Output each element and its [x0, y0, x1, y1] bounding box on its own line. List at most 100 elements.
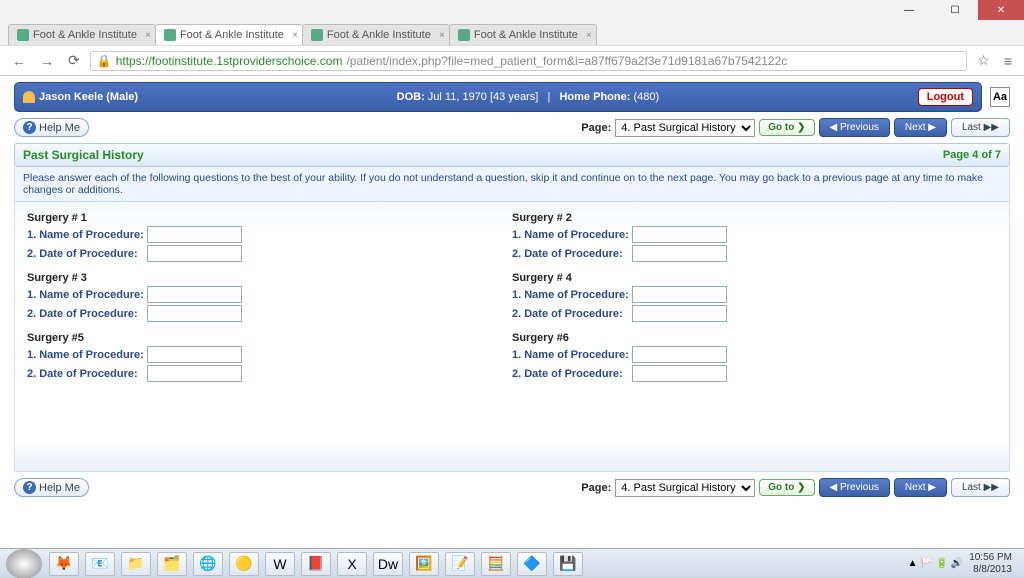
patient-name: Jason Keele (Male): [39, 91, 138, 103]
procedure-date-input[interactable]: [147, 365, 242, 382]
forward-button[interactable]: →: [36, 51, 58, 71]
taskbar-app-icon[interactable]: 🌐: [193, 552, 223, 576]
taskbar-app-icon[interactable]: W: [265, 552, 295, 576]
surgery-1: Surgery # 1 1. Name of Procedure: 2. Dat…: [27, 212, 512, 262]
taskbar-app-icon[interactable]: 🖼️: [409, 552, 439, 576]
page-select[interactable]: 4. Past Surgical History: [615, 479, 755, 497]
go-to-button[interactable]: Go to ❯: [759, 479, 814, 496]
help-button[interactable]: ?Help Me: [14, 478, 89, 497]
taskbar: 🦊 📧 📁 🗂️ 🌐 🟡 W 📕 X Dw 🖼️ 📝 🧮 🔷 💾 ▲ 🏳️ 🔋 …: [0, 548, 1024, 578]
taskbar-app-icon[interactable]: 🗂️: [157, 552, 187, 576]
taskbar-app-icon[interactable]: 🧮: [481, 552, 511, 576]
window-minimize-button[interactable]: —: [886, 0, 932, 20]
tab-close-icon[interactable]: ×: [292, 30, 298, 41]
logout-button[interactable]: Logout: [918, 88, 973, 106]
browser-tab[interactable]: Foot & Ankle Institute ×: [8, 24, 156, 45]
reload-button[interactable]: ⟳: [64, 50, 84, 71]
procedure-name-input[interactable]: [147, 226, 242, 243]
browser-chrome: — ☐ ✕ Foot & Ankle Institute × Foot & Ank…: [0, 0, 1024, 76]
taskbar-app-icon[interactable]: X: [337, 552, 367, 576]
favicon-icon: [311, 29, 323, 41]
taskbar-app-icon[interactable]: 📁: [121, 552, 151, 576]
tray-icon[interactable]: 🔊: [951, 558, 963, 569]
browser-tab[interactable]: Foot & Ankle Institute×: [449, 24, 597, 45]
back-button[interactable]: ←: [8, 51, 30, 71]
help-icon: ?: [23, 121, 36, 134]
procedure-date-label: 2. Date of Procedure:: [512, 368, 632, 380]
procedure-date-input[interactable]: [147, 245, 242, 262]
menu-icon[interactable]: ≡: [1000, 51, 1016, 71]
taskbar-app-icon[interactable]: 📝: [445, 552, 475, 576]
favicon-icon: [458, 29, 470, 41]
surgery-2: Surgery # 2 1. Name of Procedure: 2. Dat…: [512, 212, 997, 262]
start-button[interactable]: [6, 549, 42, 578]
taskbar-app-icon[interactable]: 💾: [553, 552, 583, 576]
window-maximize-button[interactable]: ☐: [932, 0, 978, 20]
window-close-button[interactable]: ✕: [978, 0, 1024, 20]
clock-time: 10:56 PM: [969, 552, 1012, 564]
lock-icon: 🔒: [97, 54, 112, 68]
url-path: /patient/index.php?file=med_patient_form…: [346, 54, 787, 68]
tray-icon[interactable]: 🔋: [936, 558, 948, 569]
section-title: Past Surgical History: [23, 148, 144, 162]
help-icon: ?: [23, 481, 36, 494]
tab-title: Foot & Ankle Institute: [33, 29, 137, 41]
taskbar-app-icon[interactable]: 🟡: [229, 552, 259, 576]
tab-close-icon[interactable]: ×: [439, 30, 445, 41]
procedure-name-input[interactable]: [632, 226, 727, 243]
taskbar-app-icon[interactable]: 🔷: [517, 552, 547, 576]
procedure-date-input[interactable]: [632, 305, 727, 322]
taskbar-app-icon[interactable]: Dw: [373, 552, 403, 576]
tab-close-icon[interactable]: ×: [145, 30, 151, 41]
tray-icon[interactable]: 🏳️: [920, 558, 932, 569]
procedure-date-input[interactable]: [632, 365, 727, 382]
clock[interactable]: 10:56 PM 8/8/2013: [963, 552, 1018, 576]
help-button[interactable]: ?Help Me: [14, 118, 89, 137]
page-select[interactable]: 4. Past Surgical History: [615, 119, 755, 137]
procedure-date-label: 2. Date of Procedure:: [27, 368, 147, 380]
taskbar-app-icon[interactable]: 🦊: [49, 552, 79, 576]
person-icon: [23, 91, 35, 103]
surgery-4: Surgery # 4 1. Name of Procedure: 2. Dat…: [512, 272, 997, 322]
last-button[interactable]: Last ▶▶: [951, 478, 1010, 497]
procedure-name-input[interactable]: [632, 346, 727, 363]
surgery-5: Surgery #5 1. Name of Procedure: 2. Date…: [27, 332, 512, 382]
tray-icon[interactable]: ▲: [908, 558, 918, 569]
surgery-heading: Surgery # 1: [27, 212, 512, 224]
phone-label: Home Phone:: [559, 91, 630, 103]
page-label: Page:: [581, 122, 611, 134]
procedure-name-input[interactable]: [147, 286, 242, 303]
font-size-button[interactable]: Aa: [990, 87, 1010, 107]
procedure-name-label: 1. Name of Procedure:: [512, 289, 632, 301]
address-bar[interactable]: 🔒 https://footinstitute.1stproviderschoi…: [90, 51, 968, 71]
procedure-date-label: 2. Date of Procedure:: [512, 308, 632, 320]
previous-button[interactable]: ◀ Previous: [819, 118, 890, 137]
browser-tab[interactable]: Foot & Ankle Institute×: [302, 24, 450, 45]
go-to-button[interactable]: Go to ❯: [759, 119, 814, 136]
phone-value: (480): [633, 91, 659, 103]
procedure-date-label: 2. Date of Procedure:: [27, 308, 147, 320]
previous-button[interactable]: ◀ Previous: [819, 478, 890, 497]
procedure-date-input[interactable]: [632, 245, 727, 262]
browser-tab[interactable]: Foot & Ankle Institute ×: [155, 24, 303, 45]
tab-title: Foot & Ankle Institute: [180, 29, 284, 41]
favicon-icon: [17, 29, 29, 41]
procedure-name-label: 1. Name of Procedure:: [512, 229, 632, 241]
procedure-name-label: 1. Name of Procedure:: [512, 349, 632, 361]
procedure-name-label: 1. Name of Procedure:: [27, 289, 147, 301]
surgery-3: Surgery # 3 1. Name of Procedure: 2. Dat…: [27, 272, 512, 322]
next-button[interactable]: Next ▶: [894, 118, 947, 137]
last-button[interactable]: Last ▶▶: [951, 118, 1010, 137]
procedure-date-input[interactable]: [147, 305, 242, 322]
bookmark-icon[interactable]: ☆: [973, 50, 994, 71]
dob-value: Jul 11, 1970 [43 years]: [428, 91, 538, 103]
patient-header: Jason Keele (Male) DOB: Jul 11, 1970 [43…: [14, 82, 982, 112]
taskbar-app-icon[interactable]: 📕: [301, 552, 331, 576]
tab-close-icon[interactable]: ×: [586, 30, 592, 41]
procedure-date-label: 2. Date of Procedure:: [27, 248, 147, 260]
taskbar-app-icon[interactable]: 📧: [85, 552, 115, 576]
procedure-name-input[interactable]: [632, 286, 727, 303]
surgery-heading: Surgery # 2: [512, 212, 997, 224]
next-button[interactable]: Next ▶: [894, 478, 947, 497]
procedure-name-input[interactable]: [147, 346, 242, 363]
